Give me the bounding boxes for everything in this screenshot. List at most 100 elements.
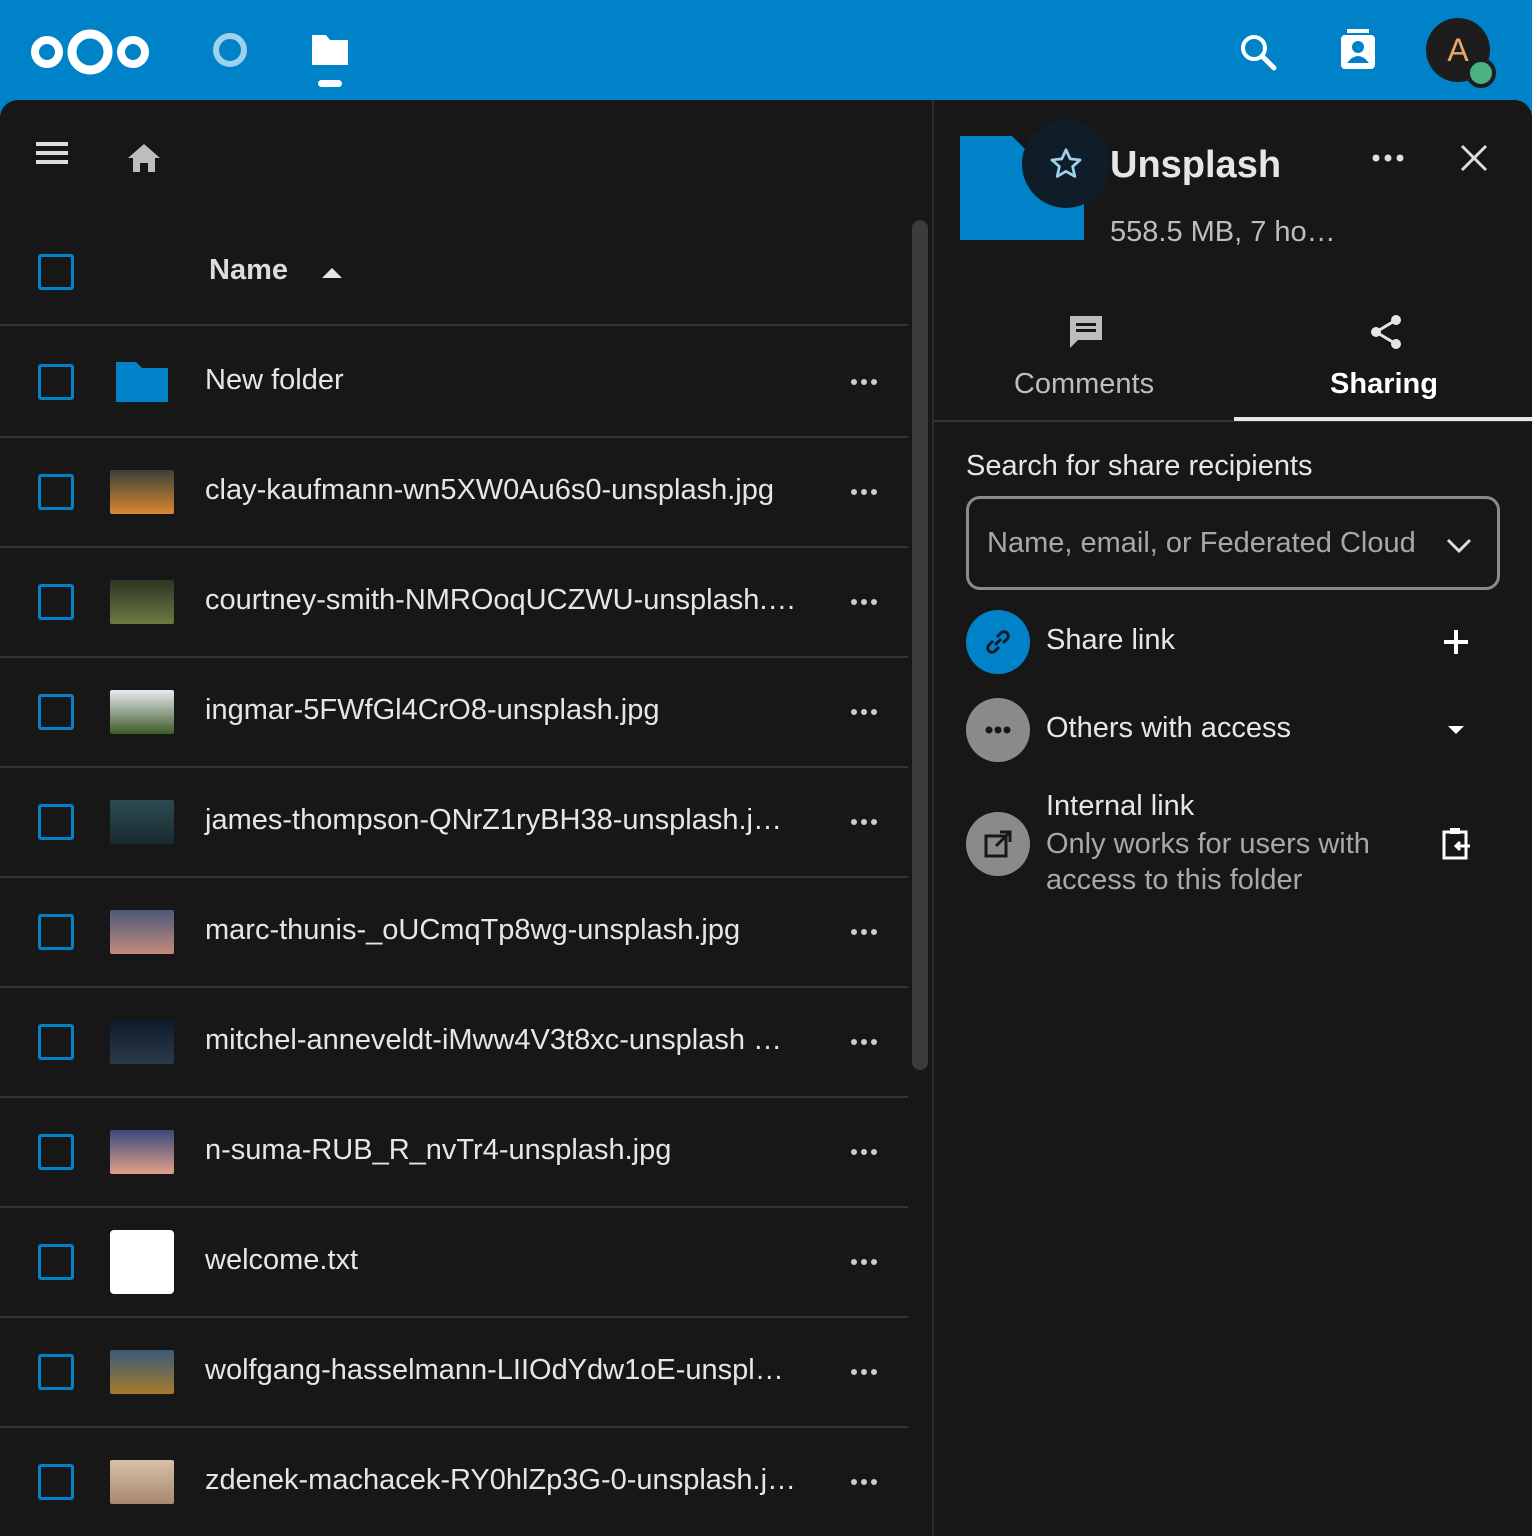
row-checkbox[interactable] [38,364,74,400]
file-name[interactable]: james-thompson-QNrZ1ryBH38-unsplash.j… [205,804,782,837]
share-search-input[interactable] [987,521,1417,565]
file-actions-icon[interactable] [846,1028,882,1056]
nextcloud-logo[interactable] [28,28,152,76]
file-actions-icon[interactable] [846,808,882,836]
dashboard-icon[interactable] [208,28,252,72]
file-name[interactable]: zdenek-machacek-RY0hlZp3G-0-unsplash.j… [205,1464,796,1497]
top-bar: A [0,0,1532,100]
share-link-row[interactable]: Share link [966,608,1500,676]
row-checkbox[interactable] [38,694,74,730]
share-search-field[interactable] [966,496,1500,590]
home-icon[interactable] [122,136,166,176]
others-with-access-label: Others with access [1046,712,1291,744]
link-icon [966,610,1030,674]
file-actions-icon[interactable] [846,698,882,726]
file-name[interactable]: New folder [205,364,344,397]
files-icon[interactable] [306,30,354,70]
sort-ascending-icon[interactable] [320,260,344,284]
image-thumbnail [110,1340,174,1404]
file-actions-icon[interactable] [846,918,882,946]
external-link-icon [966,812,1030,876]
folder-icon [110,350,174,414]
row-checkbox[interactable] [38,1464,74,1500]
row-checkbox[interactable] [38,1244,74,1280]
file-actions-icon[interactable] [846,588,882,616]
row-checkbox[interactable] [38,804,74,840]
file-name[interactable]: marc-thunis-_oUCmqTp8wg-unsplash.jpg [205,914,740,947]
file-actions-icon[interactable] [846,1248,882,1276]
favorite-star-button[interactable] [1022,120,1110,208]
search-icon[interactable] [1232,26,1284,78]
more-icon [966,698,1030,762]
text-file-thumbnail [110,1230,174,1294]
sidebar-title: Unsplash [1110,144,1282,186]
file-row[interactable]: n-suma-RUB_R_nvTr4-unsplash.jpg [0,1098,908,1208]
image-thumbnail [110,460,174,524]
add-share-link-icon[interactable] [1438,624,1474,660]
file-actions-icon[interactable] [846,368,882,396]
navigation-toggle-icon[interactable] [30,136,74,170]
copy-to-clipboard-icon[interactable] [1438,826,1474,862]
comment-icon [1066,312,1106,352]
row-checkbox[interactable] [38,1134,74,1170]
scrollbar[interactable] [912,220,928,1070]
tab-sharing-label: Sharing [1330,368,1438,400]
file-row[interactable]: marc-thunis-_oUCmqTp8wg-unsplash.jpg [0,878,908,988]
tab-sharing[interactable]: Sharing [1234,300,1532,420]
file-actions-icon[interactable] [846,1138,882,1166]
active-tab-indicator [1234,417,1532,421]
internal-link-row: Internal link Only works for users with … [966,790,1500,900]
share-search-label: Search for share recipients [966,450,1313,482]
contacts-icon[interactable] [1334,24,1382,76]
file-row[interactable]: welcome.txt [0,1208,908,1318]
file-row[interactable]: clay-kaufmann-wn5XW0Au6s0-unsplash.jpg [0,438,908,548]
online-status-badge [1466,58,1496,88]
file-list-header: Name [0,218,908,326]
chevron-down-icon[interactable] [1443,529,1475,561]
close-icon[interactable] [1456,140,1492,176]
row-checkbox[interactable] [38,914,74,950]
file-name[interactable]: ingmar-5FWfGl4CrO8-unsplash.jpg [205,694,659,727]
image-thumbnail [110,680,174,744]
file-actions-icon[interactable] [846,478,882,506]
file-name[interactable]: welcome.txt [205,1244,358,1277]
tab-comments[interactable]: Comments [934,300,1234,420]
file-actions-icon[interactable] [846,1358,882,1386]
row-checkbox[interactable] [38,584,74,620]
file-name[interactable]: courtney-smith-NMROoqUCZWU-unsplash.… [205,584,796,617]
row-checkbox[interactable] [38,1024,74,1060]
avatar-initial: A [1447,31,1469,68]
file-row[interactable]: courtney-smith-NMROoqUCZWU-unsplash.… [0,548,908,658]
file-row[interactable]: james-thompson-QNrZ1ryBH38-unsplash.j… [0,768,908,878]
file-row[interactable]: ingmar-5FWfGl4CrO8-unsplash.jpg [0,658,908,768]
tab-comments-label: Comments [1013,368,1155,400]
file-row[interactable]: zdenek-machacek-RY0hlZp3G-0-unsplash.j… [0,1428,908,1536]
file-row[interactable]: New folder [0,328,908,438]
file-name[interactable]: n-suma-RUB_R_nvTr4-unsplash.jpg [205,1134,671,1167]
file-rows: New folder clay-kaufmann-wn5XW0Au6s0-unsp… [0,328,908,1536]
sidebar-subtitle: 558.5 MB, 7 ho… [1110,216,1336,248]
row-checkbox[interactable] [38,474,74,510]
internal-link-description: Only works for users with access to this… [1046,828,1370,896]
file-list: Name New folder clay-kaufmann-wn5XW0Au6s0… [0,100,932,1536]
file-name[interactable]: mitchel-anneveldt-iMww4V3t8xc-unsplash … [205,1024,782,1057]
file-actions-icon[interactable] [846,1468,882,1496]
file-row[interactable]: wolfgang-hasselmann-LIIOdYdw1oE-unspl… [0,1318,908,1428]
caret-down-icon[interactable] [1438,712,1474,748]
image-thumbnail [110,570,174,634]
others-with-access-row[interactable]: Others with access [966,696,1500,764]
details-sidebar: Unsplash 558.5 MB, 7 ho… Comments Sharin… [934,100,1532,1536]
image-thumbnail [110,790,174,854]
active-app-indicator [318,80,342,87]
image-thumbnail [110,900,174,964]
file-name[interactable]: wolfgang-hasselmann-LIIOdYdw1oE-unspl… [205,1354,784,1387]
file-name[interactable]: clay-kaufmann-wn5XW0Au6s0-unsplash.jpg [205,474,774,507]
more-actions-icon[interactable] [1366,144,1410,172]
select-all-checkbox[interactable] [38,254,74,290]
share-link-label: Share link [1046,624,1175,656]
row-checkbox[interactable] [38,1354,74,1390]
main-content: Name New folder clay-kaufmann-wn5XW0Au6s0… [0,100,1532,1536]
file-row[interactable]: mitchel-anneveldt-iMww4V3t8xc-unsplash … [0,988,908,1098]
name-column-header[interactable]: Name [209,254,288,287]
star-icon [1050,148,1082,178]
